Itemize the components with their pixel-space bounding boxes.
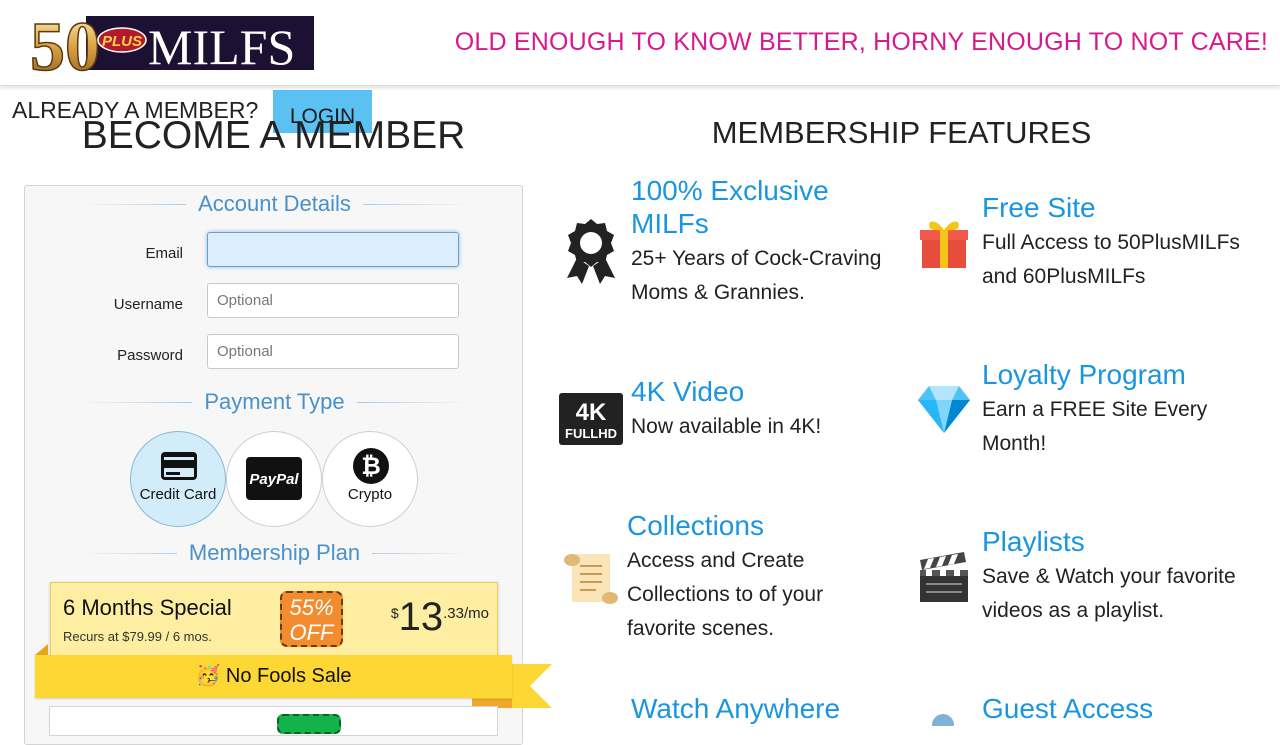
credit-card-icon	[161, 452, 197, 480]
crypto-label: Crypto	[347, 486, 393, 503]
username-label: Username	[113, 296, 183, 313]
feature-desc: Save & Watch your favorite videos as a p…	[982, 565, 1236, 622]
plan-name: 6 Months Special	[63, 595, 232, 620]
feature-free-site: Free Site Full Access to 50PlusMILFs and…	[982, 191, 1252, 294]
feature-title: Guest Access	[982, 693, 1154, 724]
svg-text:₿: ₿	[361, 453, 381, 480]
award-icon	[567, 219, 615, 284]
plan-option-secondary[interactable]	[49, 706, 498, 736]
feature-title: Watch Anywhere	[631, 693, 841, 724]
svg-text:PayPal: PayPal	[249, 471, 299, 488]
payment-type-legend: Payment Type	[25, 389, 524, 415]
paypal-icon: PayPal	[246, 457, 302, 500]
feature-desc: 25+ Years of Cock-Craving Moms & Grannie…	[631, 247, 882, 304]
feature-4k-video: 4K Video Now available in 4K!	[631, 375, 891, 444]
payment-option-credit-card[interactable]: Credit Card	[130, 431, 226, 527]
membership-plan-legend: Membership Plan	[25, 540, 524, 566]
payment-option-crypto[interactable]: ₿ Crypto	[322, 431, 418, 527]
feature-watch-anywhere: Watch Anywhere	[631, 692, 891, 725]
payment-option-paypal[interactable]: PayPal	[226, 431, 322, 527]
plan-option-6-months[interactable]: 6 Months Special Recurs at $79.99 / 6 mo…	[50, 582, 498, 658]
feature-desc: Full Access to 50PlusMILFs and 60PlusMIL…	[982, 231, 1240, 288]
account-details-legend: Account Details	[25, 191, 524, 217]
diamond-icon	[918, 386, 970, 433]
tagline: OLD ENOUGH TO KNOW BETTER, HORNY ENOUGH …	[454, 28, 1268, 56]
feature-title: Loyalty Program	[982, 359, 1186, 390]
guest-icon	[932, 714, 954, 726]
4k-fullhd-icon: 4K FULLHD	[559, 393, 623, 445]
site-header: 50 PLUS MILFS OLD ENOUGH TO KNOW BETTER,…	[0, 0, 1280, 86]
discount-badge-secondary	[277, 714, 341, 734]
bitcoin-icon: ₿	[353, 448, 389, 484]
signup-title: BECOME A MEMBER	[81, 114, 466, 157]
svg-text:4K: 4K	[576, 399, 607, 426]
feature-title: Playlists	[982, 526, 1085, 557]
svg-text:50: 50	[30, 9, 100, 78]
sale-banner: 🥳 No Fools Sale	[35, 655, 512, 698]
email-label: Email	[145, 245, 183, 262]
feature-exclusive: 100% Exclusive MILFs 25+ Years of Cock-C…	[631, 174, 891, 310]
username-field[interactable]	[207, 283, 459, 318]
feature-title: 100% Exclusive MILFs	[631, 175, 829, 239]
plan-monthly-price: $13.33/mo	[390, 595, 489, 639]
feature-title: Free Site	[982, 192, 1096, 223]
svg-text:PLUS: PLUS	[102, 33, 142, 50]
feature-title: Collections	[627, 510, 764, 541]
feature-collections: Collections Access and Create Collection…	[627, 509, 887, 646]
site-logo[interactable]: 50 PLUS MILFS	[28, 6, 316, 78]
discount-badge: 55% OFF	[280, 591, 343, 647]
feature-desc: Access and Create Collections to of your…	[627, 549, 824, 640]
svg-text:FULLHD: FULLHD	[565, 426, 617, 441]
plan-recurring-price: Recurs at $79.99 / 6 mos.	[63, 629, 212, 644]
feature-loyalty-program: Loyalty Program Earn a FREE Site Every M…	[982, 358, 1252, 461]
gift-icon	[920, 221, 968, 268]
email-field[interactable]	[207, 232, 459, 267]
banner-fold	[35, 644, 48, 655]
svg-text:MILFS: MILFS	[148, 19, 295, 75]
clapperboard-icon	[920, 552, 968, 602]
feature-guest-access: Guest Access	[982, 692, 1252, 725]
scroll-icon	[564, 554, 618, 604]
feature-desc: Now available in 4K!	[631, 415, 822, 438]
features-title: MEMBERSHIP FEATURES	[711, 115, 1092, 150]
credit-card-label: Credit Card	[139, 486, 217, 503]
feature-title: 4K Video	[631, 376, 745, 407]
feature-desc: Earn a FREE Site Every Month!	[982, 398, 1208, 455]
password-label: Password	[117, 347, 183, 364]
feature-playlists: Playlists Save & Watch your favorite vid…	[982, 525, 1252, 628]
password-field[interactable]	[207, 334, 459, 369]
